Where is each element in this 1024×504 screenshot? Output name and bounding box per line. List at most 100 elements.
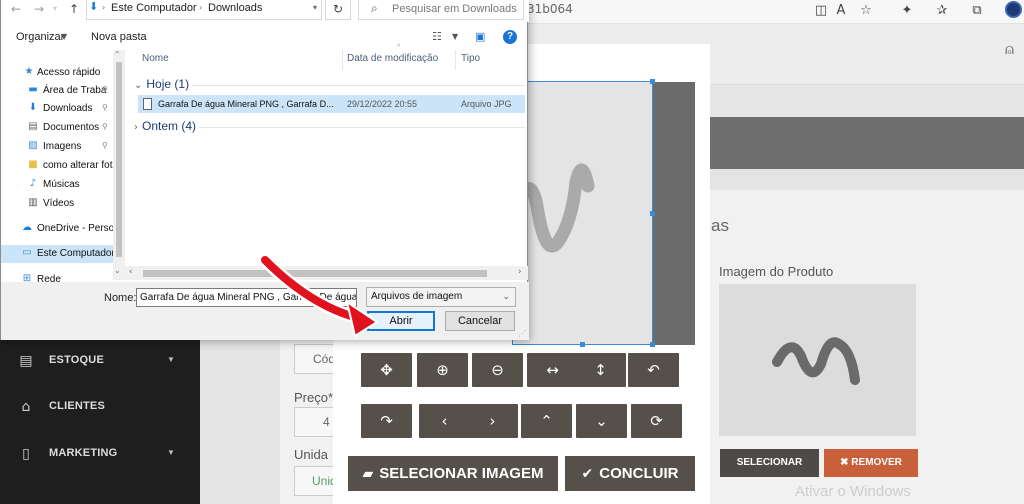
back-icon[interactable]: ← xyxy=(11,2,21,16)
select-image-label: SELECIONAR IMAGEM xyxy=(379,465,544,482)
nav-item-downloads[interactable]: ⬇ Downloads ⚲ xyxy=(1,100,125,118)
column-date-modified[interactable]: Data de modificação xyxy=(347,53,438,64)
chevron-down-icon[interactable]: ⌄ xyxy=(114,266,121,275)
chevron-up-icon[interactable]: ⌃ xyxy=(114,50,121,59)
move-button[interactable]: ✥ xyxy=(361,353,412,387)
new-folder-button[interactable]: Nova pasta xyxy=(91,31,147,43)
select-image-big-button[interactable]: ▰ SELECIONAR IMAGEM xyxy=(348,456,558,491)
chevron-right-icon: › xyxy=(134,122,138,133)
help-icon[interactable]: ? xyxy=(503,30,517,44)
file-row[interactable]: Garrafa De água Mineral PNG , Garrafa D.… xyxy=(138,95,525,113)
cancel-button[interactable]: Cancelar xyxy=(445,311,515,331)
product-image-preview xyxy=(719,284,916,436)
zoom-out-button[interactable]: ⊖ xyxy=(472,353,523,387)
crop-handle-top-right[interactable] xyxy=(650,79,655,84)
nav-item-label: Rede xyxy=(37,274,61,282)
crop-handle-bottom-right[interactable] xyxy=(650,342,655,347)
address-bar-url[interactable]: 31b064 xyxy=(527,2,573,16)
nav-item-images[interactable]: ▨ Imagens ⚲ xyxy=(1,138,125,156)
chevron-down-icon: ⌄ xyxy=(595,412,608,430)
path-segment[interactable]: Downloads xyxy=(208,2,262,14)
product-image-label: Imagem do Produto xyxy=(719,264,834,279)
column-type[interactable]: Tipo xyxy=(461,53,480,64)
rotate-left-button[interactable]: ↶ xyxy=(628,353,679,387)
rotate-right-button[interactable]: ↷ xyxy=(361,404,412,438)
dialog-toolbar: Organizar ▼ Nova pasta ☷ ▼ ▣ xyxy=(1,26,529,48)
crop-handle-bottom[interactable] xyxy=(580,342,585,347)
network-icon: ⊞ xyxy=(22,273,32,282)
file-type-select[interactable]: Arquivos de imagem ⌄ xyxy=(366,287,516,307)
reset-button[interactable]: ⟳ xyxy=(631,404,682,438)
collections-icon[interactable]: ⧉ xyxy=(968,2,986,20)
document-icon: ▤ xyxy=(28,121,38,132)
sidebar-item-estoque[interactable]: ▤ ESTOQUE ▼ xyxy=(0,340,200,384)
nav-scrollbar[interactable]: ⌃ ⌄ xyxy=(113,50,125,280)
column-name[interactable]: Nome xyxy=(142,53,169,64)
split-screen-icon[interactable]: ◫ xyxy=(812,2,830,20)
sidebar-item-marketing[interactable]: ▯ MARKETING ▼ xyxy=(0,433,200,477)
move-right-button[interactable]: › xyxy=(467,404,518,438)
chevron-right-icon[interactable]: › xyxy=(518,267,522,277)
sidebar-item-label: CLIENTES xyxy=(49,400,105,412)
group-yesterday[interactable]: › Ontem (4) xyxy=(134,119,196,133)
group-separator xyxy=(191,85,525,86)
pin-icon: ⚲ xyxy=(102,103,108,112)
nav-item-quick-access[interactable]: ★ Acesso rápido xyxy=(1,64,125,82)
group-today[interactable]: ⌄ Hoje (1) xyxy=(134,77,189,91)
forward-icon[interactable]: → xyxy=(34,2,44,16)
column-divider[interactable] xyxy=(342,50,343,70)
nav-item-onedrive[interactable]: ☁ OneDrive - Person xyxy=(1,220,125,238)
move-left-button[interactable]: ‹ xyxy=(419,404,470,438)
cloud-icon: ☁ xyxy=(22,222,32,233)
view-options-icon[interactable]: ☷ xyxy=(432,30,442,43)
conclude-button[interactable]: ✔ CONCLUIR xyxy=(565,456,695,491)
nav-item-folder[interactable]: ■ como alterar fot xyxy=(1,157,125,175)
up-icon[interactable]: ↑ xyxy=(69,2,79,16)
crop-selection-box[interactable] xyxy=(512,81,653,345)
reset-icon: ⟳ xyxy=(650,412,663,430)
caret-down-icon: ▼ xyxy=(167,448,175,457)
chevron-down-icon[interactable]: ▼ xyxy=(452,32,458,41)
organize-button[interactable]: Organizar xyxy=(16,31,64,43)
favorites-list-icon[interactable]: ✰ xyxy=(933,2,951,20)
nav-item-label: Vídeos xyxy=(43,198,75,209)
zoom-in-button[interactable]: ⊕ xyxy=(417,353,468,387)
desktop-icon: ▬ xyxy=(28,84,38,95)
recent-locations-icon[interactable]: ▾ xyxy=(53,4,57,13)
refresh-icon[interactable]: ↻ xyxy=(325,0,351,20)
pin-icon: ⚲ xyxy=(102,122,108,131)
crop-handle-right[interactable] xyxy=(650,211,655,216)
nav-item-desktop[interactable]: ▬ Área de Traba ⚲ xyxy=(1,82,125,100)
path-box[interactable]: ⬇ › Este Computador › Downloads ▾ xyxy=(86,0,322,20)
nav-item-documents[interactable]: ▤ Documentos ⚲ xyxy=(1,119,125,137)
sidebar-item-clientes[interactable]: ⌂ CLIENTES xyxy=(0,386,200,430)
nav-item-music[interactable]: ♪ Músicas xyxy=(1,176,125,194)
chevron-up-icon: ⌃ xyxy=(540,412,553,430)
profile-icon[interactable] xyxy=(1005,1,1022,18)
music-icon: ♪ xyxy=(29,178,37,189)
read-aloud-icon[interactable]: A xyxy=(832,2,850,20)
flip-horizontal-button[interactable]: ↔ xyxy=(527,353,578,387)
favorite-icon[interactable]: ☆ xyxy=(857,2,875,20)
chevron-left-icon[interactable]: ‹ xyxy=(129,267,133,277)
scrollbar-thumb[interactable] xyxy=(116,62,122,257)
search-input[interactable]: ⌕ Pesquisar em Downloads xyxy=(358,0,524,20)
move-down-button[interactable]: ⌄ xyxy=(576,404,627,438)
download-icon: ⬇ xyxy=(28,102,38,113)
path-segment[interactable]: Este Computador xyxy=(111,2,197,14)
move-up-button[interactable]: ⌃ xyxy=(521,404,572,438)
computer-icon: ▭ xyxy=(22,247,32,258)
preview-pane-icon[interactable]: ▣ xyxy=(475,30,485,43)
path-dropdown-icon[interactable]: ▾ xyxy=(313,3,317,12)
user-icon[interactable]: ⍝ xyxy=(1005,40,1014,58)
nav-item-network[interactable]: ⊞ Rede xyxy=(1,271,125,282)
nav-item-videos[interactable]: ▥ Vídeos xyxy=(1,195,125,213)
group-label: Hoje (1) xyxy=(146,77,190,91)
column-divider[interactable] xyxy=(455,50,456,70)
nav-item-this-pc[interactable]: ▭ Este Computador xyxy=(1,245,125,263)
extensions-icon[interactable]: ✦ xyxy=(898,2,916,20)
select-image-button[interactable]: SELECIONAR xyxy=(720,449,819,477)
flip-vertical-button[interactable]: ↕ xyxy=(575,353,626,387)
resize-grip-icon[interactable]: ⋰ xyxy=(518,329,526,338)
remove-image-button[interactable]: ✖ REMOVER xyxy=(824,449,918,477)
